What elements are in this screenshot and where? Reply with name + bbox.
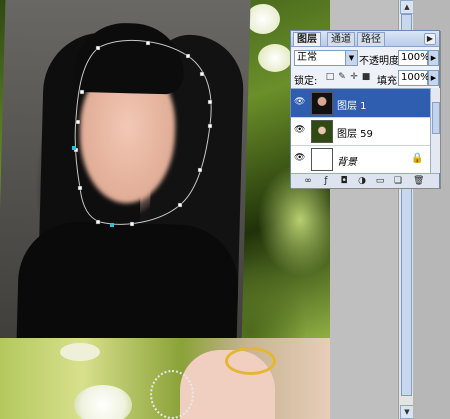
layer-thumbnail [311, 92, 333, 115]
lock-icon: 🔒 [411, 153, 424, 164]
eye-icon[interactable]: 👁 [294, 154, 305, 163]
fill-slider-arrow-icon[interactable]: ▶ [428, 70, 439, 86]
lock-all-icon[interactable]: ■ [361, 72, 371, 82]
layer-row-background[interactable]: 👁 背景 🔒 [291, 145, 430, 174]
layer-thumbnail [311, 120, 333, 143]
scroll-down-arrow-icon[interactable]: ▼ [400, 405, 414, 419]
layer-thumbnail [311, 148, 333, 171]
layers-panel: 图层 通道 路径 ▶ 正常 ▼ 不透明度: 100% ▶ 锁定: □ ✎ ✛ ■… [290, 30, 440, 188]
link-icon[interactable]: ∞ [303, 176, 313, 186]
panel-menu-arrow-icon[interactable]: ▶ [424, 33, 436, 45]
group-icon[interactable]: ▭ [375, 176, 385, 186]
blend-mode-value: 正常 [297, 52, 317, 63]
layer-list-scrollbar[interactable] [430, 88, 440, 173]
lock-fill-row: 锁定: □ ✎ ✛ ■ 填充: 100% ▶ [291, 69, 439, 87]
mask-icon[interactable]: ◘ [339, 176, 349, 186]
panel-tab-bar: 图层 通道 路径 ▶ [291, 31, 439, 47]
face-outline-path[interactable] [74, 39, 212, 225]
layer-name[interactable]: 背景 [337, 153, 357, 168]
new-layer-icon[interactable]: ❏ [393, 176, 403, 186]
layer-name[interactable]: 图层 59 [337, 125, 373, 140]
fill-label: 填充: [377, 76, 401, 87]
photoshop-workspace: ▲ ▼ 图层 通道 路径 ▶ 正常 ▼ 不透明度: 100% ▶ 锁定: □ ✎… [0, 0, 450, 419]
layer-row-59[interactable]: 👁 图层 59 [291, 117, 430, 146]
layers-panel-toolbar: ∞ ƒ ◘ ◑ ▭ ❏ 🗑 [291, 173, 439, 188]
tab-layers[interactable]: 图层 [293, 32, 321, 46]
chevron-down-icon[interactable]: ▼ [345, 51, 357, 65]
style-icon[interactable]: ƒ [321, 176, 331, 186]
adjustment-icon[interactable]: ◑ [357, 176, 367, 186]
pen-path-overlay[interactable] [0, 0, 330, 419]
layer-row-1[interactable]: 👁 图层 1 [291, 89, 430, 118]
lock-move-icon[interactable]: ✛ [349, 72, 359, 82]
layer-name[interactable]: 图层 1 [337, 97, 367, 112]
eye-icon[interactable]: 👁 [294, 126, 305, 135]
lock-label: 锁定: [294, 76, 318, 87]
lock-transparent-icon[interactable]: □ [325, 72, 335, 82]
opacity-slider-arrow-icon[interactable]: ▶ [428, 50, 439, 66]
layer-list-scroll-thumb[interactable] [432, 102, 440, 134]
trash-icon[interactable]: 🗑 [413, 176, 424, 186]
eye-icon[interactable]: 👁 [294, 98, 305, 107]
tab-channels[interactable]: 通道 [327, 32, 355, 46]
blend-mode-select[interactable]: 正常 ▼ [294, 50, 358, 66]
opacity-input[interactable]: 100% [398, 50, 430, 66]
layer-list: 👁 图层 1 👁 图层 59 👁 背景 🔒 [291, 88, 430, 174]
scroll-up-arrow-icon[interactable]: ▲ [400, 0, 414, 14]
tab-paths[interactable]: 路径 [357, 32, 385, 46]
lock-paint-icon[interactable]: ✎ [337, 72, 347, 82]
opacity-label: 不透明度: [359, 56, 403, 67]
fill-input[interactable]: 100% [398, 70, 430, 86]
path-anchor-points[interactable] [73, 40, 213, 227]
blend-opacity-row: 正常 ▼ 不透明度: 100% ▶ [291, 48, 439, 68]
